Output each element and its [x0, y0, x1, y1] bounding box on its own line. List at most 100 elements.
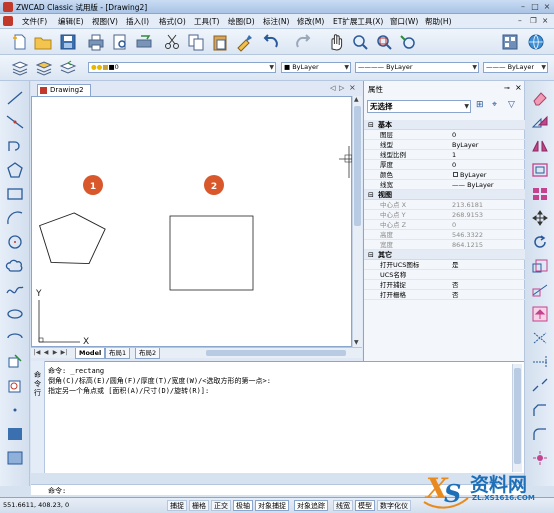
last-tab-icon[interactable]: ▶|: [60, 349, 68, 357]
print-preview-icon[interactable]: [110, 32, 130, 52]
status-otrack[interactable]: 对象追踪: [294, 500, 328, 511]
menu-modify[interactable]: 修改(M): [297, 16, 324, 27]
stretch-icon[interactable]: [530, 281, 550, 299]
circle-icon[interactable]: [5, 233, 25, 251]
layer-previous-icon[interactable]: [58, 58, 78, 78]
offset-icon[interactable]: [530, 161, 550, 179]
doc-restore-icon[interactable]: ❐: [530, 16, 537, 25]
next-tab-icon[interactable]: ▶: [51, 349, 59, 357]
doc-close-icon[interactable]: ×: [542, 16, 548, 25]
minimize-icon[interactable]: –: [518, 2, 528, 12]
make-block-icon[interactable]: [5, 377, 25, 395]
save-icon[interactable]: [58, 32, 78, 52]
status-osnap[interactable]: 对象捕捉: [255, 500, 289, 511]
command-scroll-thumb[interactable]: [514, 368, 521, 464]
doc-close-tab-icon[interactable]: ×: [349, 83, 356, 92]
command-scrollbar[interactable]: [512, 364, 522, 472]
status-snap[interactable]: 捕捉: [167, 500, 187, 511]
maximize-icon[interactable]: □: [530, 2, 540, 12]
menu-dimension[interactable]: 标注(N): [263, 16, 289, 27]
region-icon[interactable]: [5, 449, 25, 467]
prop-row[interactable]: 线宽 —— ByLayer: [364, 180, 525, 190]
select-objects-icon[interactable]: ⌖: [492, 100, 497, 110]
prop-row[interactable]: 图层 0: [364, 130, 525, 140]
menu-insert[interactable]: 插入(I): [126, 16, 149, 27]
ellipse-arc-icon[interactable]: [5, 329, 25, 347]
scale-icon[interactable]: [530, 257, 550, 275]
color-dropdown[interactable]: ■ ByLayer ▼: [281, 62, 351, 73]
category-basic[interactable]: ⊟ 基本: [364, 120, 525, 130]
layer-state-icon[interactable]: [34, 58, 54, 78]
break-icon[interactable]: [530, 377, 550, 395]
scroll-down-icon[interactable]: ▼: [354, 339, 359, 346]
selection-dropdown[interactable]: 无选择 ▼: [367, 100, 471, 113]
layer-manager-icon[interactable]: [10, 58, 30, 78]
status-ortho[interactable]: 正交: [211, 500, 231, 511]
category-misc[interactable]: ⊟ 其它: [364, 250, 525, 260]
revision-cloud-icon[interactable]: [5, 257, 25, 275]
polyline-icon[interactable]: [5, 137, 25, 155]
undo-icon[interactable]: [262, 32, 282, 52]
tab-layout1[interactable]: 布局1: [105, 348, 131, 359]
prop-row[interactable]: 线型 ByLayer: [364, 140, 525, 150]
scroll-up-icon[interactable]: ▲: [354, 96, 359, 103]
menu-view[interactable]: 视图(V): [92, 16, 118, 27]
rectangle-icon[interactable]: [5, 185, 25, 203]
drawing-canvas[interactable]: 1 2 Y X: [31, 96, 353, 347]
prop-row[interactable]: 打开捕捉 否: [364, 280, 525, 290]
array-icon[interactable]: [530, 185, 550, 203]
print-icon[interactable]: [86, 32, 106, 52]
line-icon[interactable]: [5, 89, 25, 107]
close-icon[interactable]: ×: [542, 2, 552, 12]
lineweight-dropdown[interactable]: ——— ByLayer ▼: [483, 62, 548, 73]
erase-icon[interactable]: [530, 89, 550, 107]
construction-line-icon[interactable]: [5, 113, 25, 131]
design-center-icon[interactable]: [500, 32, 520, 52]
menu-format[interactable]: 格式(O): [159, 16, 186, 27]
trim-icon[interactable]: [530, 329, 550, 347]
zoom-previous-icon[interactable]: [398, 32, 418, 52]
panel-pin-icon[interactable]: ⊸: [504, 84, 510, 92]
copy-object-icon[interactable]: [530, 113, 550, 131]
extend-icon[interactable]: [530, 353, 550, 371]
pan-hand-icon[interactable]: [326, 32, 346, 52]
paste-icon[interactable]: [210, 32, 230, 52]
first-tab-icon[interactable]: |◀: [33, 349, 41, 357]
drawing-vertical-scrollbar[interactable]: ▲ ▼: [352, 96, 362, 347]
polygon-icon[interactable]: [5, 161, 25, 179]
spline-icon[interactable]: [5, 281, 25, 299]
menu-tools[interactable]: 工具(T): [194, 16, 219, 27]
menu-draw[interactable]: 绘图(D): [228, 16, 255, 27]
prev-tab-icon[interactable]: ◀: [42, 349, 50, 357]
prop-row[interactable]: 打开UCS图标 是: [364, 260, 525, 270]
upload-icon[interactable]: [530, 305, 550, 323]
quick-select-icon[interactable]: ▽: [508, 100, 515, 110]
menu-et-tools[interactable]: ET扩展工具(X): [333, 16, 383, 27]
status-tablet[interactable]: 数字化仪: [377, 500, 411, 511]
tab-layout2[interactable]: 布局2: [135, 348, 161, 359]
status-lineweight[interactable]: 线宽: [333, 500, 353, 511]
toggle-pickadd-icon[interactable]: ⊞: [476, 100, 484, 110]
globe-icon[interactable]: [526, 32, 546, 52]
menu-window[interactable]: 窗口(W): [390, 16, 418, 27]
mirror-icon[interactable]: [530, 137, 550, 155]
menu-file[interactable]: 文件(F): [22, 16, 47, 27]
new-file-icon[interactable]: [10, 32, 30, 52]
arc-icon[interactable]: [5, 209, 25, 227]
point-icon[interactable]: [5, 401, 25, 419]
open-folder-icon[interactable]: [33, 32, 53, 52]
prop-row[interactable]: 线型比例 1: [364, 150, 525, 160]
prop-row[interactable]: UCS名称: [364, 270, 525, 280]
match-properties-icon[interactable]: [234, 32, 254, 52]
status-polar[interactable]: 极轴: [233, 500, 253, 511]
menu-edit[interactable]: 编辑(E): [58, 16, 84, 27]
prop-row[interactable]: 颜色 ByLayer: [364, 170, 525, 180]
panel-close-icon[interactable]: ×: [515, 83, 522, 92]
chamfer-icon[interactable]: [530, 401, 550, 419]
doc-next-icon[interactable]: ▷: [339, 84, 344, 92]
menu-help[interactable]: 帮助(H): [425, 16, 452, 27]
ellipse-icon[interactable]: [5, 305, 25, 323]
redo-icon[interactable]: [292, 32, 312, 52]
document-tab[interactable]: Drawing2: [37, 84, 91, 96]
command-side-handle[interactable]: 命令行: [31, 361, 45, 473]
